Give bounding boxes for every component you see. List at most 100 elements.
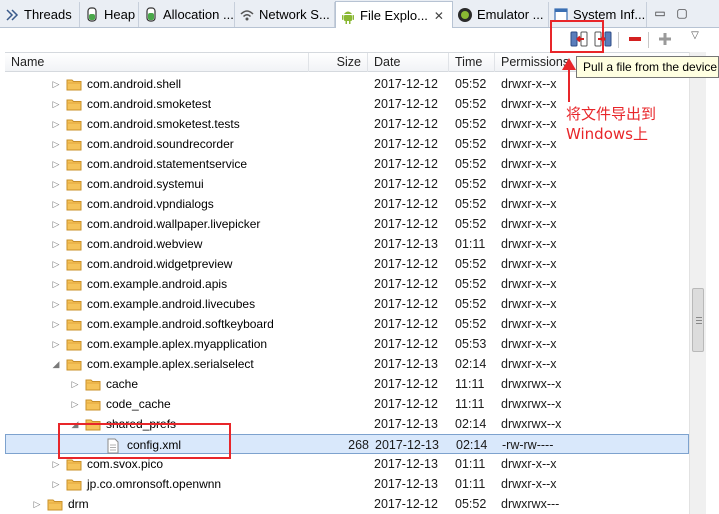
tab-label: Heap [104,7,136,22]
row-size [309,394,368,414]
new-folder-button[interactable] [655,30,675,50]
row-name: code_cache [106,397,171,411]
collapsed-arrow-icon[interactable]: ▷ [50,194,62,214]
folder-row[interactable]: ▷ jp.co.omronsoft.openwnn 2017-12-13 01:11 d… [5,474,689,494]
collapsed-arrow-icon[interactable]: ▷ [69,374,81,394]
folder-icon [66,337,82,351]
collapsed-arrow-icon[interactable]: ▷ [50,94,62,114]
folder-row[interactable]: ▷ com.android.systemui 2017-12-12 05:52 drwx… [5,174,689,194]
tab-allocation[interactable]: Allocation ... [139,2,235,27]
view-menu-chevron-icon[interactable]: ▽ [686,28,704,44]
row-size [309,174,368,194]
collapsed-arrow-icon[interactable]: ▷ [50,474,62,494]
row-time: 11:11 [455,377,485,391]
view-tab-bar: Threads Heap Allocation ... Network S...… [0,0,719,29]
collapsed-arrow-icon[interactable]: ▷ [50,274,62,294]
collapsed-arrow-icon[interactable]: ▷ [50,214,62,234]
collapsed-arrow-icon[interactable]: ▷ [50,334,62,354]
row-permissions: drwxr-x--x [501,477,557,491]
close-tab-icon[interactable]: ✕ [434,9,444,23]
row-date: 2017-12-12 [374,317,438,331]
row-time: 01:11 [455,477,486,491]
collapsed-arrow-icon[interactable]: ▷ [50,234,62,254]
toolbar-separator [648,32,649,48]
tab-file-explorer[interactable]: File Explo... ✕ [335,1,453,29]
row-time: 02:14 [455,357,487,371]
row-size [309,114,368,134]
folder-row[interactable]: ▷ com.example.aplex.myapplication 2017-12-… [5,334,689,354]
collapsed-arrow-icon[interactable]: ▷ [50,114,62,134]
row-time: 05:52 [455,497,487,511]
tab-threads[interactable]: Threads [0,2,80,27]
folder-icon [66,197,82,211]
folder-row[interactable]: ▷ cache 2017-12-12 11:11 drwxrwx--x [5,374,689,394]
row-time: 05:52 [455,197,487,211]
row-permissions: drwxrwx--x [501,397,562,411]
row-name: com.example.aplex.myapplication [87,337,268,351]
collapsed-arrow-icon[interactable]: ▷ [50,174,62,194]
folder-row[interactable]: ▷ com.android.widgetpreview 2017-12-12 05:5… [5,254,689,274]
minimize-icon[interactable]: ▭ [651,4,669,22]
folder-icon [66,477,82,491]
folder-row[interactable]: ▷ com.example.android.softkeyboard 2017-12… [5,314,689,334]
tab-heap[interactable]: Heap [80,2,139,27]
tab-network-statistics[interactable]: Network S... [235,2,335,27]
row-date: 2017-12-12 [374,377,438,391]
column-size[interactable]: Size [309,53,368,72]
folder-row[interactable]: ▷ code_cache 2017-12-12 11:11 drwxrwx--x [5,394,689,414]
collapsed-arrow-icon[interactable]: ▷ [50,134,62,154]
threads-icon [4,7,20,23]
tab-emulator-control[interactable]: Emulator ... [453,2,549,27]
row-permissions: drwxr-x--x [501,217,557,231]
row-permissions: drwxrwx--- [501,497,560,511]
add-icon [658,32,672,49]
delete-button[interactable] [625,30,645,50]
folder-row[interactable]: ◢ com.example.aplex.serialselect 2017-12-1… [5,354,689,374]
row-name: drm [68,497,89,511]
folder-row[interactable]: ▷ com.example.android.apis 2017-12-12 05:52… [5,274,689,294]
row-date: 2017-12-13 [374,477,438,491]
grip-line [696,317,702,318]
row-size [309,334,368,354]
column-time[interactable]: Time [449,53,495,72]
collapsed-arrow-icon[interactable]: ▷ [31,494,43,514]
folder-row[interactable]: ▷ com.android.webview 2017-12-13 01:11 drwxr… [5,234,689,254]
column-name[interactable]: Name [5,53,309,72]
collapsed-arrow-icon[interactable]: ▷ [50,154,62,174]
folder-row[interactable]: ▷ com.example.android.livecubes 2017-12-12… [5,294,689,314]
row-time: 05:52 [455,77,487,91]
grip-line [696,320,702,321]
folder-row[interactable]: ▷ com.android.statementservice 2017-12-12 0… [5,154,689,174]
row-date: 2017-12-12 [374,297,438,311]
tab-label: Threads [24,7,72,22]
pull-file-tooltip: Pull a file from the device [576,56,719,78]
expanded-arrow-icon[interactable]: ◢ [50,354,62,374]
row-name: com.example.android.apis [87,277,228,291]
folder-row[interactable]: ▷ com.android.vpndialogs 2017-12-12 05:52 dr… [5,194,689,214]
row-date: 2017-12-12 [374,77,438,91]
annotation-text: 将文件导出到 Windows上 [566,104,716,144]
row-date: 2017-12-12 [374,277,438,291]
scrollbar-thumb[interactable] [692,288,704,352]
folder-row[interactable]: ▷ drm 2017-12-12 05:52 drwxrwx--- [5,494,689,514]
folder-icon [66,457,82,471]
collapsed-arrow-icon[interactable]: ▷ [50,254,62,274]
row-name: com.android.smoketest.tests [87,117,240,131]
folder-row[interactable]: ▷ com.android.wallpaper.livepicker 2017-12… [5,214,689,234]
grip-line [696,323,702,324]
collapsed-arrow-icon[interactable]: ▷ [50,294,62,314]
column-date[interactable]: Date [368,53,449,72]
row-size [309,194,368,214]
row-time: 05:52 [455,297,487,311]
collapsed-arrow-icon[interactable]: ▷ [50,314,62,334]
row-time: 02:14 [456,438,488,452]
folder-icon [85,397,101,411]
collapsed-arrow-icon[interactable]: ▷ [69,394,81,414]
row-time: 05:52 [455,137,487,151]
folder-icon [66,97,82,111]
row-date: 2017-12-12 [374,117,438,131]
maximize-icon[interactable]: ▢ [673,4,691,22]
row-time: 05:52 [455,277,487,291]
collapsed-arrow-icon[interactable]: ▷ [50,74,62,94]
row-size [309,274,368,294]
